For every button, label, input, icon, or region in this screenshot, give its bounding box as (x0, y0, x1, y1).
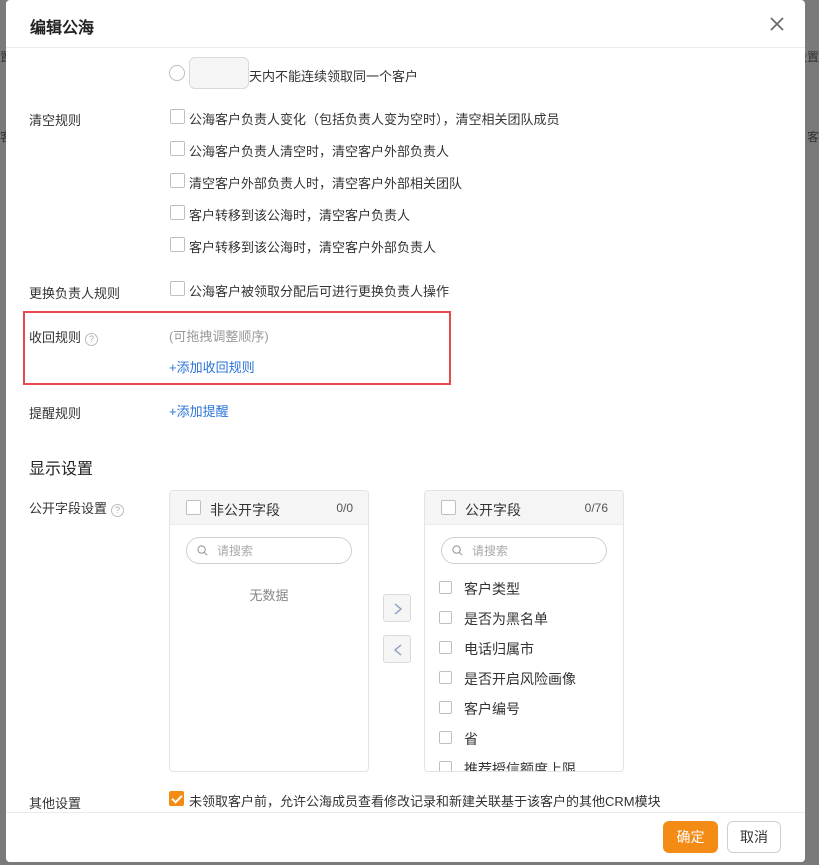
clear-rule-option-5: 客户转移到该公海时，清空客户外部负责人 (189, 240, 437, 255)
list-item-label: 电话归属市 (464, 641, 534, 657)
other-settings-label: 其他设置 (29, 796, 82, 811)
add-recycle-rule-link[interactable]: +添加收回规则 (169, 357, 255, 376)
transfer-right-panel: 公开字段 0/76 客户类型 是否为黑名单 电话归属市 是否开启风险画像 客户编… (424, 490, 624, 772)
list-item-label: 客户类型 (464, 581, 520, 597)
move-left-button[interactable] (383, 635, 411, 663)
list-item-checkbox[interactable] (439, 761, 452, 771)
clear-rule-checkbox-3[interactable] (170, 173, 185, 188)
clear-rule-checkbox-1[interactable] (170, 109, 185, 124)
list-item-checkbox[interactable] (439, 731, 452, 744)
list-item-label: 省 (464, 731, 478, 747)
list-item-checkbox[interactable] (439, 701, 452, 714)
list-item-label: 客户编号 (464, 701, 520, 717)
transfer-right-header: 公开字段 0/76 (425, 491, 623, 525)
help-icon[interactable]: ? (111, 504, 125, 517)
public-fields-label-text: 公开字段设置 (29, 501, 108, 516)
transfer-left-panel: 非公开字段 0/0 无数据 (169, 490, 369, 772)
search-icon (452, 545, 463, 556)
clear-rule-checkbox-2[interactable] (170, 141, 185, 156)
close-icon[interactable] (767, 14, 787, 34)
list-item-checkbox[interactable] (439, 581, 452, 594)
transfer-right-select-all[interactable] (441, 500, 456, 515)
background-text: 客 (806, 130, 819, 144)
transfer-left-search (186, 537, 352, 564)
dialog-footer: 确定 取消 (6, 812, 805, 862)
list-item-label: 是否为黑名单 (464, 611, 548, 627)
list-item-checkbox[interactable] (439, 671, 452, 684)
list-item-checkbox[interactable] (439, 611, 452, 624)
transfer-left-header: 非公开字段 0/0 (170, 491, 368, 525)
other-settings-checkbox[interactable] (169, 791, 184, 806)
dialog-header: 编辑公海 (6, 0, 805, 48)
edit-pool-dialog: 编辑公海 天内不能连续领取同一个客户 清空规则 公海客户负责人变化（包括负责人变… (6, 0, 805, 862)
add-remind-link[interactable]: +添加提醒 (169, 401, 229, 420)
public-fields-label: 公开字段设置? (29, 498, 125, 517)
dialog-body: 天内不能连续领取同一个客户 清空规则 公海客户负责人变化（包括负责人变为空时），… (6, 49, 805, 812)
clear-rule-option-4: 客户转移到该公海时，清空客户负责人 (189, 208, 411, 223)
clear-rule-option-3: 清空客户外部负责人时，清空客户外部相关团队 (189, 176, 463, 191)
claim-rule-radio[interactable] (169, 65, 185, 81)
days-input[interactable] (189, 57, 249, 89)
change-owner-option: 公海客户被领取分配后可进行更换负责人操作 (189, 284, 450, 299)
clear-rule-option-2: 公海客户负责人清空时，清空客户外部负责人 (189, 144, 450, 159)
clear-rule-option-1: 公海客户负责人变化（包括负责人变为空时），清空相关团队成员 (189, 112, 560, 127)
change-owner-checkbox[interactable] (170, 281, 185, 296)
recycle-rule-label: 收回规则? (29, 327, 99, 346)
transfer-left-empty: 无数据 (249, 588, 289, 603)
transfer-right-title: 公开字段 (465, 502, 521, 518)
claim-rule-text: 天内不能连续领取同一个客户 (249, 69, 419, 84)
chevron-left-icon (393, 644, 402, 656)
transfer-left-search-input[interactable] (217, 543, 342, 559)
clear-rules-label: 清空规则 (29, 113, 82, 128)
clear-rule-checkbox-4[interactable] (170, 205, 185, 220)
remind-rule-label: 提醒规则 (29, 406, 82, 421)
dialog-title: 编辑公海 (30, 20, 95, 37)
list-item-label: 是否开启风险画像 (464, 671, 576, 687)
help-icon[interactable]: ? (85, 333, 99, 346)
transfer-right-search-input[interactable] (472, 543, 597, 559)
list-item-checkbox[interactable] (439, 641, 452, 654)
recycle-rule-hint: (可拖拽调整顺序) (169, 329, 269, 344)
move-right-button[interactable] (383, 594, 411, 622)
transfer-right-search (441, 537, 607, 564)
list-item-label: 推荐授信额度上限 (464, 761, 576, 772)
transfer-left-count: 0/0 (336, 501, 353, 515)
change-owner-rule-label: 更换负责人规则 (29, 286, 121, 301)
clear-rule-checkbox-5[interactable] (170, 237, 185, 252)
confirm-button[interactable]: 确定 (663, 821, 718, 853)
transfer-left-select-all[interactable] (186, 500, 201, 515)
transfer-left-title: 非公开字段 (210, 502, 280, 518)
other-settings-option: 未领取客户前，允许公海成员查看修改记录和新建关联基于该客户的其他CRM模块 (189, 794, 661, 809)
recycle-rule-label-text: 收回规则 (29, 330, 82, 345)
cancel-button[interactable]: 取消 (727, 821, 781, 853)
search-icon (197, 545, 208, 556)
transfer-right-count: 0/76 (584, 501, 608, 515)
chevron-right-icon (394, 603, 403, 615)
display-settings-title: 显示设置 (29, 461, 94, 478)
